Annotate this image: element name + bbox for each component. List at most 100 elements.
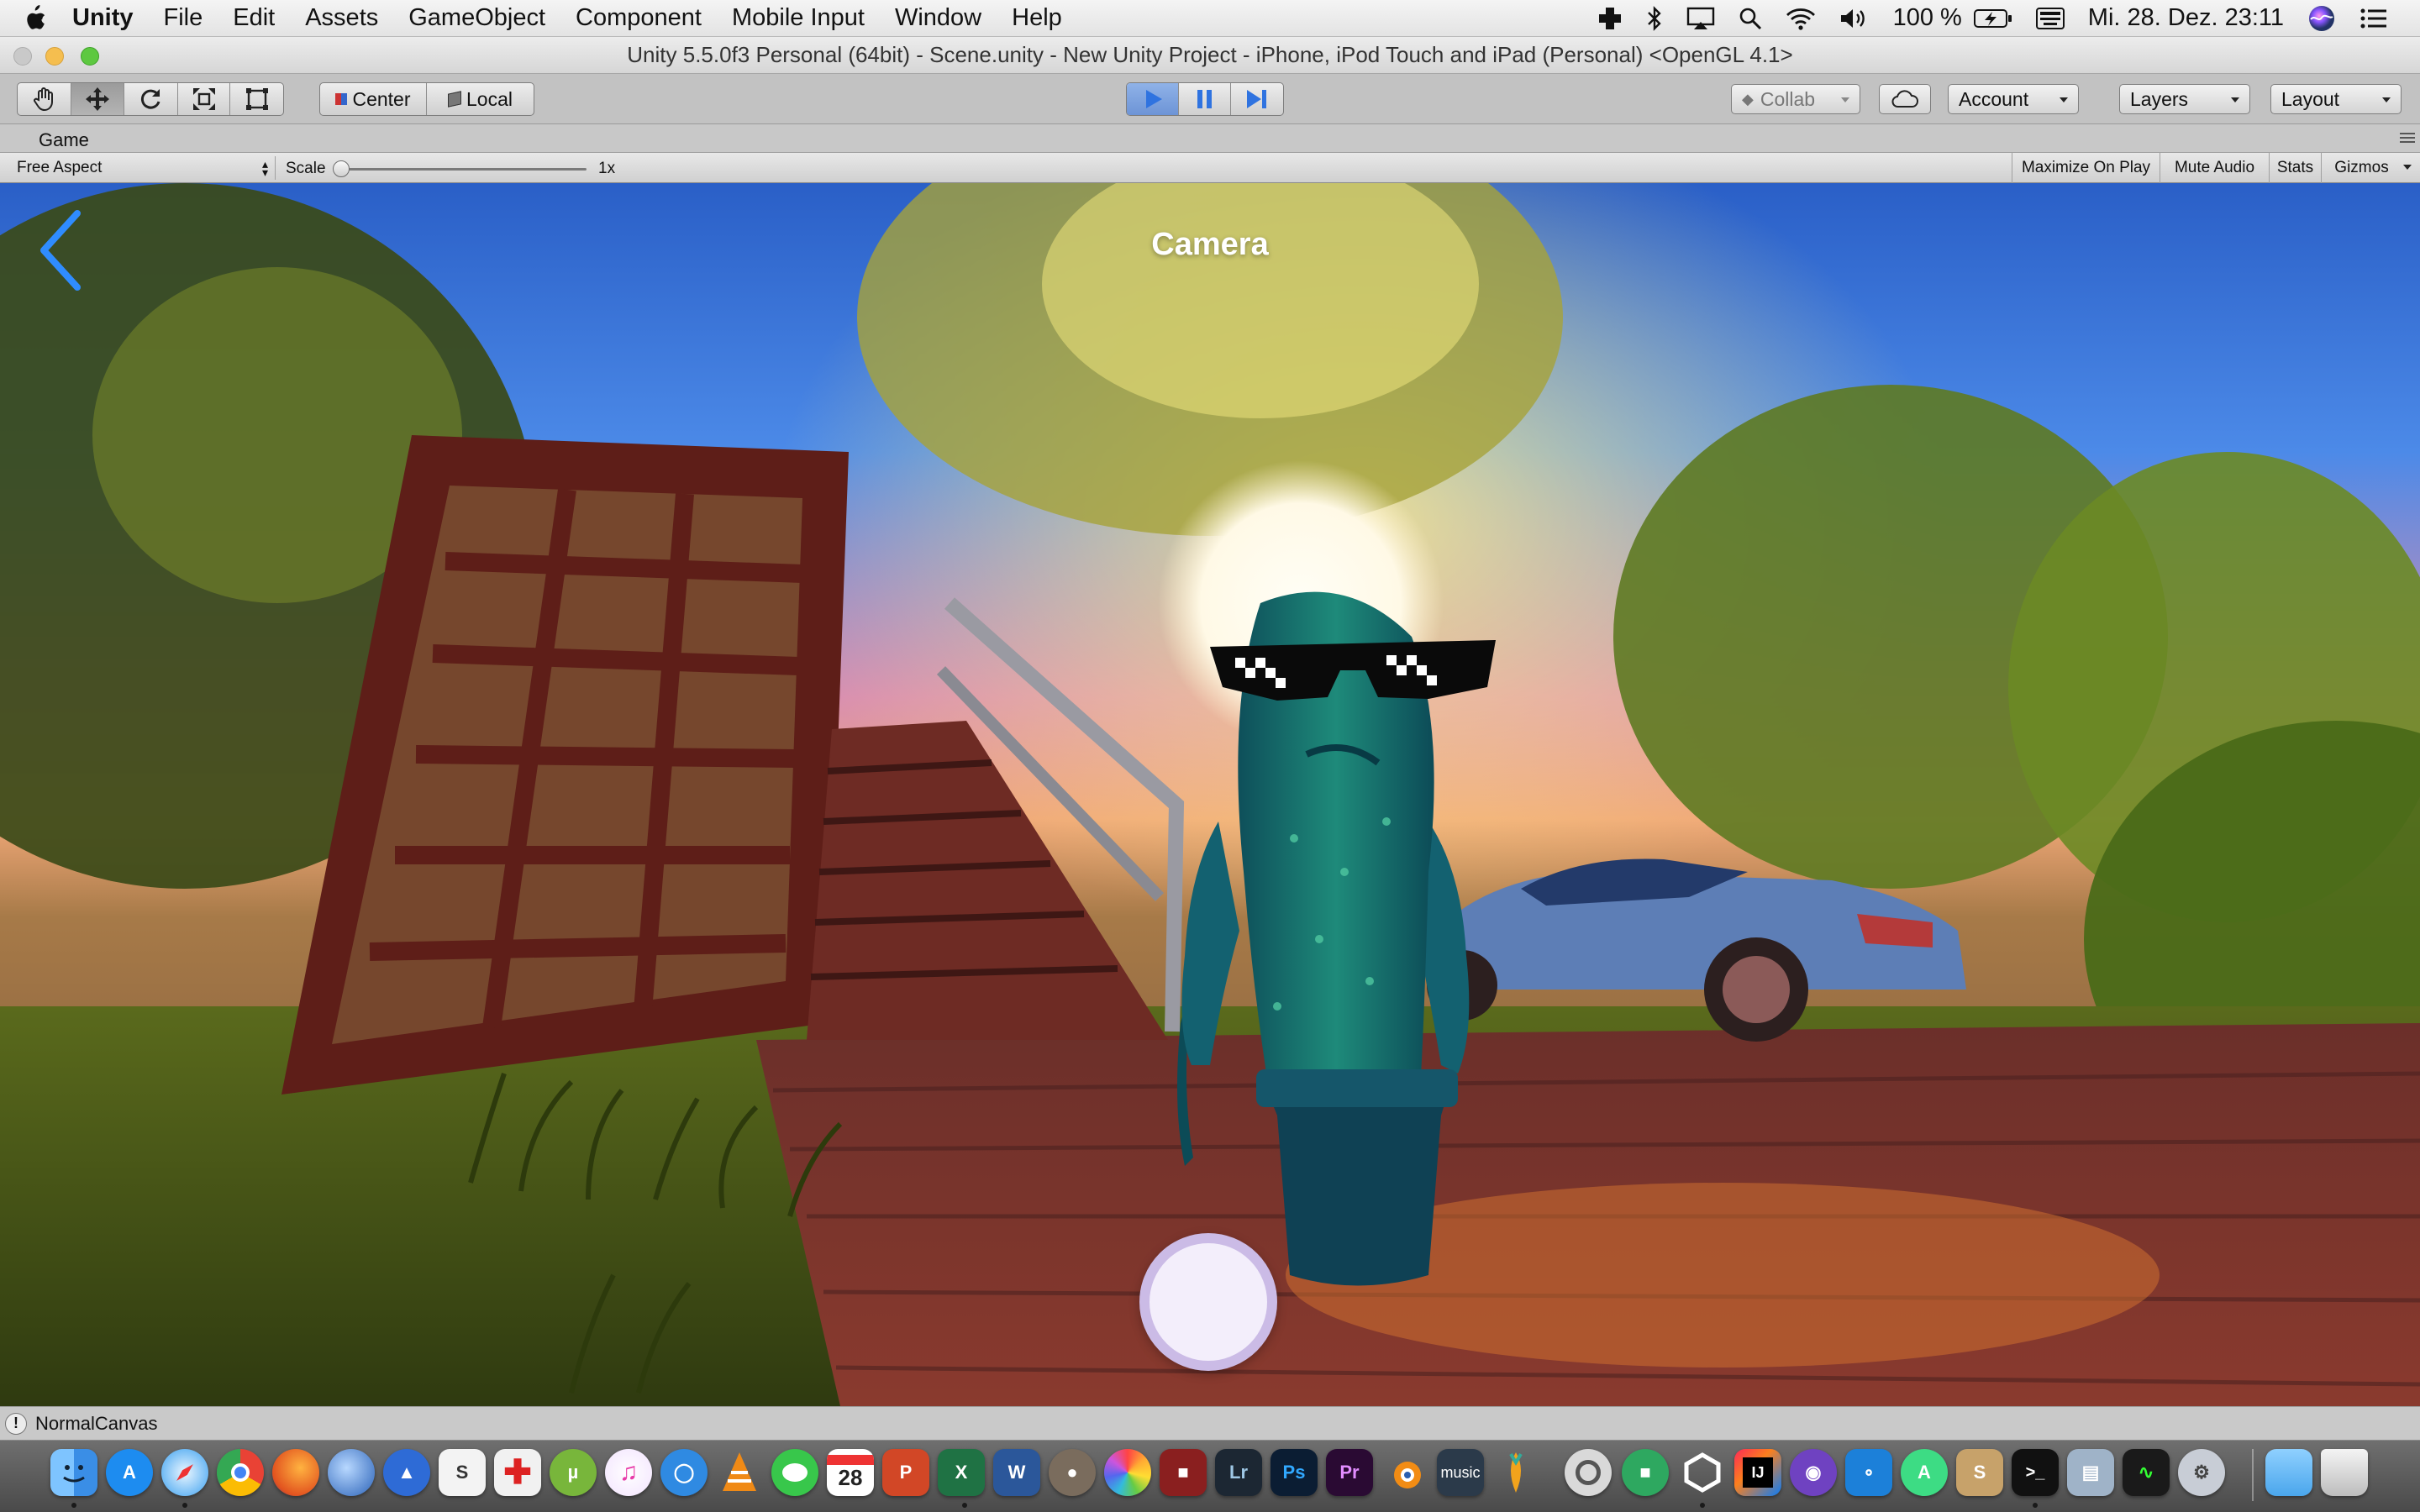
window-close-button[interactable]	[13, 47, 32, 66]
dock-plus-icon[interactable]: ✚	[494, 1449, 541, 1496]
wifi-icon[interactable]	[1774, 7, 1828, 30]
dock-app-store-icon[interactable]: A	[106, 1449, 153, 1496]
step-button[interactable]	[1231, 83, 1283, 115]
dock-word-icon[interactable]: W	[993, 1449, 1040, 1496]
dock-gimp-icon[interactable]: ●	[1049, 1449, 1096, 1496]
mute-audio-toggle[interactable]: Mute Audio	[2160, 153, 2269, 183]
dock-android-studio-icon[interactable]: A	[1901, 1449, 1948, 1496]
menu-help[interactable]: Help	[997, 4, 1077, 32]
dock-folder-icon[interactable]	[2265, 1449, 2312, 1496]
menu-file[interactable]: File	[149, 4, 218, 32]
dock-excel-icon[interactable]: X	[938, 1449, 985, 1496]
volume-icon[interactable]	[1828, 7, 1881, 30]
dock-launchpad-icon[interactable]: ▲	[383, 1449, 430, 1496]
dock-safari-icon[interactable]	[161, 1449, 208, 1496]
dock-firefox-icon[interactable]	[272, 1449, 319, 1496]
account-dropdown[interactable]: Account	[1948, 84, 2079, 114]
pause-button[interactable]	[1179, 83, 1231, 115]
keyboard-viewer-icon[interactable]	[2024, 7, 2076, 29]
spotlight-search-icon[interactable]	[1727, 7, 1774, 30]
menu-gameobject[interactable]: GameObject	[393, 4, 560, 32]
dock-chrome-icon[interactable]	[217, 1449, 264, 1496]
aspect-ratio-dropdown[interactable]: Free Aspect ▴ ▾	[7, 156, 276, 180]
dock-blender-icon[interactable]	[1381, 1449, 1428, 1496]
panel-tab-bar: Game	[0, 124, 2420, 153]
layers-dropdown[interactable]: Layers	[2119, 84, 2250, 114]
dock-activity-icon[interactable]: ■	[1622, 1449, 1669, 1496]
menu-app-unity[interactable]: Unity	[67, 4, 149, 32]
dock-activity-monitor-icon[interactable]: ∿	[2123, 1449, 2170, 1496]
dock-vlc-icon[interactable]	[716, 1449, 763, 1496]
dock-xcode-icon[interactable]: ∘	[1845, 1449, 1892, 1496]
layout-dropdown[interactable]: Layout	[2270, 84, 2402, 114]
dock-messages-icon[interactable]	[771, 1449, 818, 1496]
clock-datetime[interactable]: Mi. 28. Dez. 23:11	[2076, 4, 2296, 32]
pivot-center-button[interactable]: Center	[320, 83, 427, 115]
dock-amazon-music-icon[interactable]: music	[1437, 1449, 1484, 1496]
scale-slider-knob[interactable]	[333, 160, 350, 177]
menu-edit[interactable]: Edit	[218, 4, 290, 32]
dock-sublime-s-icon[interactable]: S	[439, 1449, 486, 1496]
battery-charging-icon[interactable]	[1973, 8, 2024, 29]
camera-shutter-button[interactable]	[1139, 1233, 1277, 1371]
dock-powerpoint-icon[interactable]: P	[882, 1449, 929, 1496]
dock-lightroom-icon[interactable]: Lr	[1215, 1449, 1262, 1496]
dock-utility-icon[interactable]: ⚙	[2178, 1449, 2225, 1496]
move-tool-icon[interactable]	[71, 83, 125, 115]
game-view[interactable]: Camera	[0, 183, 2420, 1406]
menu-window[interactable]: Window	[880, 4, 997, 32]
window-titlebar[interactable]: Unity 5.5.0f3 Personal (64bit) - Scene.u…	[0, 37, 2420, 74]
airplay-icon[interactable]	[1675, 7, 1727, 30]
pivot-local-button[interactable]: Local	[427, 83, 534, 115]
dock-itunes-icon[interactable]: ♫	[605, 1449, 652, 1496]
siri-icon[interactable]	[2296, 4, 2348, 33]
dock-finder-icon[interactable]	[50, 1449, 97, 1496]
dock-github-icon[interactable]: ◉	[1790, 1449, 1837, 1496]
scale-tool-icon[interactable]	[178, 83, 231, 115]
dock-frenzy-icon[interactable]	[1492, 1449, 1539, 1496]
gizmos-dropdown[interactable]: Gizmos	[2321, 153, 2402, 183]
menu-component[interactable]: Component	[560, 4, 717, 32]
dock-photoshop-icon[interactable]: Ps	[1270, 1449, 1318, 1496]
scale-slider-track[interactable]	[338, 168, 587, 171]
play-button[interactable]	[1127, 83, 1180, 115]
gizmos-chevron-down-icon[interactable]	[2403, 165, 2412, 170]
rect-tool-icon[interactable]	[230, 83, 283, 115]
collab-dropdown[interactable]: ◆ Collab	[1731, 84, 1860, 114]
battery-percent[interactable]: 100 %	[1881, 4, 1974, 32]
window-minimize-button[interactable]	[45, 47, 64, 66]
dock-thunderbird-icon[interactable]	[328, 1449, 375, 1496]
console-status-bar[interactable]: ! NormalCanvas	[0, 1406, 2420, 1440]
plus-status-icon[interactable]	[1586, 6, 1634, 31]
dock-intellij-icon[interactable]: IJ	[1734, 1449, 1781, 1496]
window-zoom-button[interactable]	[81, 47, 99, 66]
rotate-tool-icon[interactable]	[124, 83, 178, 115]
dock-preview-icon[interactable]	[1565, 1449, 1612, 1496]
macos-dock: A ▲ S ✚ µ ♫ ◯ 28 P X W ● ■ Lr Ps Pr musi…	[0, 1440, 2420, 1512]
dock-photo-booth-icon[interactable]: ■	[1160, 1449, 1207, 1496]
dock-calendar-icon[interactable]: 28	[827, 1449, 874, 1496]
hand-tool-icon[interactable]	[18, 83, 71, 115]
dock-trash-icon[interactable]	[2321, 1449, 2368, 1496]
dock-photos-icon[interactable]	[1104, 1449, 1151, 1496]
tab-game[interactable]: Game	[8, 128, 101, 153]
dock-unity-icon[interactable]	[1679, 1449, 1726, 1496]
apple-menu-icon[interactable]	[0, 4, 67, 32]
game-scene-render	[0, 183, 2420, 1406]
dock-utorrent-icon[interactable]: µ	[550, 1449, 597, 1496]
notification-center-icon[interactable]	[2348, 7, 2400, 30]
transform-tools	[17, 82, 284, 116]
dock-premiere-icon[interactable]: Pr	[1326, 1449, 1373, 1496]
stats-toggle[interactable]: Stats	[2269, 153, 2321, 183]
dock-slides-icon[interactable]: S	[1956, 1449, 2003, 1496]
dock-network-icon[interactable]: ▤	[2067, 1449, 2114, 1496]
chevron-down-icon	[2231, 97, 2239, 102]
bluetooth-icon[interactable]	[1634, 5, 1675, 31]
maximize-on-play-toggle[interactable]: Maximize On Play	[2012, 153, 2160, 183]
panel-menu-icon[interactable]	[2400, 133, 2415, 143]
dock-flow-icon[interactable]: ◯	[660, 1449, 708, 1496]
menu-mobile-input[interactable]: Mobile Input	[717, 4, 880, 32]
dock-terminal-icon[interactable]: >_	[2012, 1449, 2059, 1496]
menu-assets[interactable]: Assets	[290, 4, 393, 32]
cloud-services-button[interactable]	[1879, 84, 1931, 114]
